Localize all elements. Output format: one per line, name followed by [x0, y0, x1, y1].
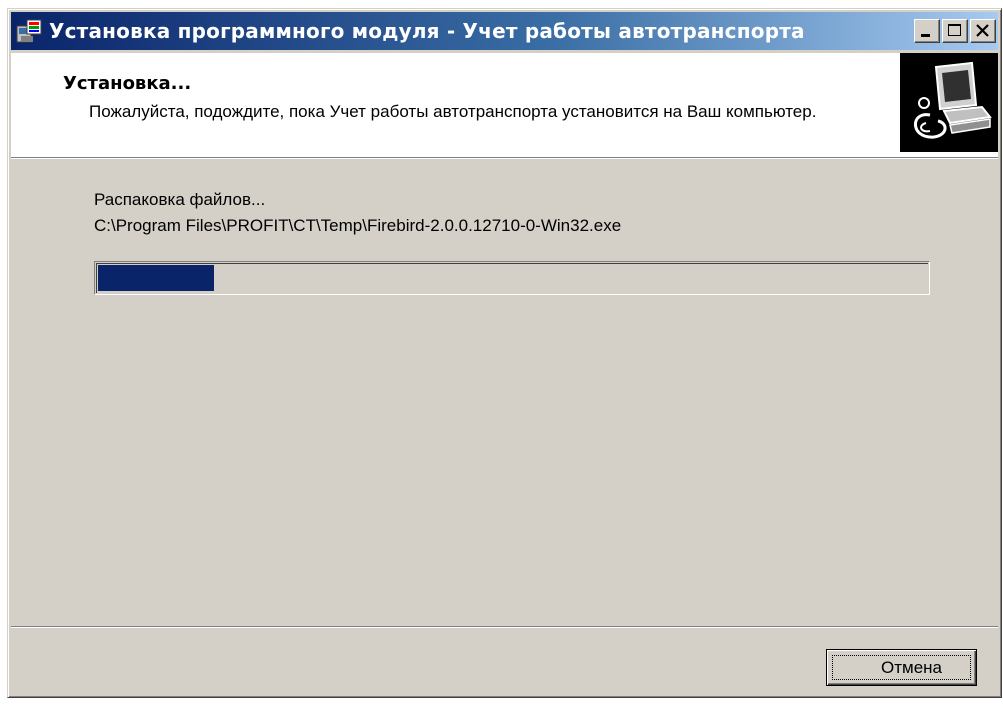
window-title: Установка программного модуля - Учет раб…	[49, 19, 805, 43]
maximize-icon	[948, 24, 961, 36]
cancel-button-label: Отмена	[881, 657, 942, 677]
header-separator	[11, 157, 998, 159]
cancel-button[interactable]: Отмена	[826, 649, 977, 686]
current-file-path: C:\Program Files\PROFIT\CT\Temp\Firebird…	[94, 216, 622, 235]
status-label: Распаковка файлов...	[94, 190, 266, 209]
minimize-icon	[921, 34, 930, 37]
header-panel: Установка... Пожалуйста, подождите, пока…	[11, 53, 998, 157]
page-title: Установка...	[63, 73, 192, 94]
close-icon	[976, 24, 989, 37]
progress-bar	[94, 261, 930, 295]
maximize-button[interactable]	[942, 19, 968, 43]
close-button[interactable]	[970, 19, 996, 43]
progress-fill	[98, 265, 214, 291]
page-description: Пожалуйста, подождите, пока Учет работы …	[89, 102, 817, 121]
window-controls	[914, 19, 996, 43]
title-bar[interactable]: Установка программного модуля - Учет раб…	[11, 12, 998, 50]
footer-separator	[11, 626, 998, 628]
computer-install-icon	[900, 53, 998, 152]
installer-icon	[16, 19, 42, 43]
minimize-button[interactable]	[914, 19, 940, 43]
progress-track	[96, 263, 928, 293]
installer-window: Установка программного модуля - Учет раб…	[7, 8, 1002, 698]
